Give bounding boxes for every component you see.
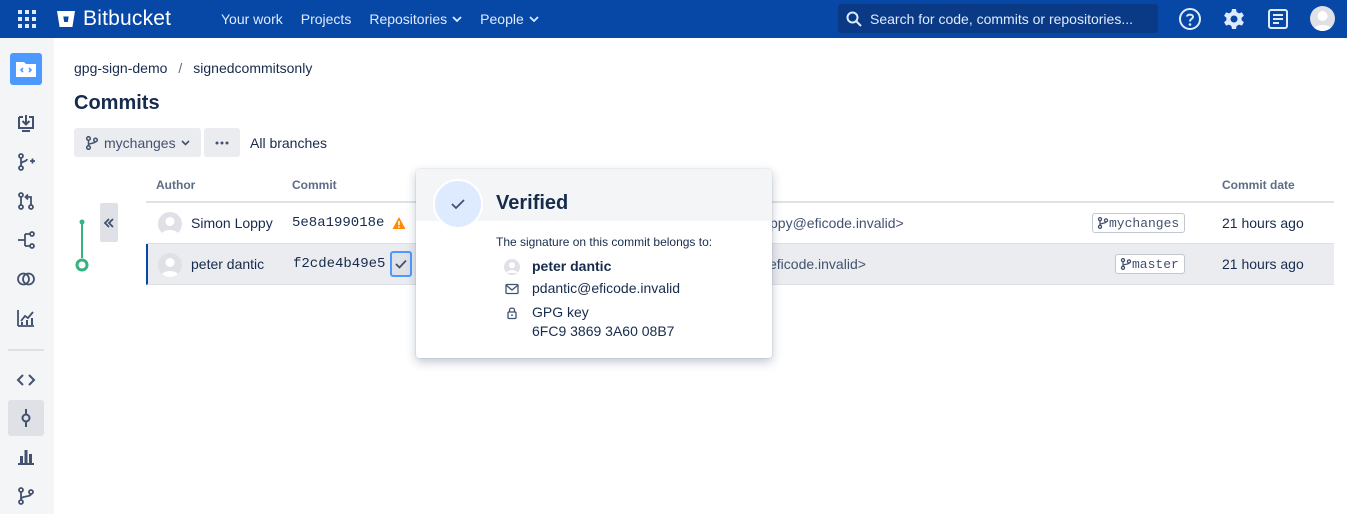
create-branch-icon[interactable] xyxy=(8,144,44,180)
chevron-down-icon xyxy=(181,139,190,146)
commit-date: 21 hours ago xyxy=(1222,215,1304,231)
source-code-icon[interactable] xyxy=(8,362,44,398)
signer-email: pdantic@eficode.invalid xyxy=(532,280,681,296)
branch-icon xyxy=(1120,258,1132,270)
commit-hash-link[interactable]: f2cde4b49e5 xyxy=(293,256,385,272)
compare-icon[interactable] xyxy=(8,261,44,297)
app-switcher-icon[interactable] xyxy=(18,10,36,28)
branch-tag[interactable]: mychanges xyxy=(1092,213,1186,233)
verified-check-icon xyxy=(433,179,483,229)
insights-chart-icon[interactable] xyxy=(8,300,44,336)
branch-icon xyxy=(1097,217,1109,229)
all-branches-link[interactable]: All branches xyxy=(250,135,327,151)
branches-icon[interactable] xyxy=(8,478,44,514)
repository-avatar[interactable] xyxy=(10,53,42,85)
collapse-graph-button[interactable] xyxy=(100,203,118,242)
author-avatar xyxy=(158,253,182,277)
commit-date: 21 hours ago xyxy=(1222,256,1304,272)
chevron-down-icon xyxy=(529,16,539,22)
more-actions-button[interactable] xyxy=(204,128,240,157)
branch-tag-label: master xyxy=(1132,256,1179,272)
gpg-key-id: 6FC9 3869 3A60 08B7 xyxy=(532,323,675,339)
logo-text: Bitbucket xyxy=(83,7,172,30)
email-icon xyxy=(505,283,519,295)
checkmark-icon xyxy=(395,259,407,269)
breadcrumb-repository[interactable]: signedcommitsonly xyxy=(193,60,312,76)
signer-name-row: peter dantic xyxy=(504,258,611,275)
signature-verified-popup: Verified The signature on this commit be… xyxy=(416,169,772,358)
branch-selector-button[interactable]: mychanges xyxy=(74,128,201,157)
bitbucket-icon xyxy=(57,11,75,27)
popup-title: Verified xyxy=(496,192,569,214)
commit-message-fragment: ppy@eficode.invalid> xyxy=(770,215,904,231)
top-navigation: Bitbucket Your work Projects Repositorie… xyxy=(0,0,1347,38)
gpg-key-row: GPG key 6FC9 3869 3A60 08B7 xyxy=(504,304,674,339)
help-icon[interactable] xyxy=(1178,7,1202,31)
person-avatar-icon xyxy=(504,259,520,275)
pull-request-icon[interactable] xyxy=(8,183,44,219)
page-title: Commits xyxy=(74,92,160,114)
notifications-icon[interactable] xyxy=(1266,7,1290,31)
merge-icon[interactable] xyxy=(8,222,44,258)
signer-email-row: pdantic@eficode.invalid xyxy=(504,280,680,297)
sidebar-divider xyxy=(8,349,44,351)
nav-people[interactable]: People xyxy=(471,0,548,38)
search-box[interactable] xyxy=(838,4,1158,33)
nav-repositories-label: Repositories xyxy=(369,11,448,27)
nav-projects-label: Projects xyxy=(300,11,352,27)
branch-tag-label: mychanges xyxy=(1109,215,1180,231)
branch-icon xyxy=(85,135,99,150)
popup-subtitle: The signature on this commit belongs to: xyxy=(496,235,713,249)
commit-message-fragment: eficode.invalid> xyxy=(769,256,866,272)
lock-icon xyxy=(507,307,517,320)
chevron-down-icon xyxy=(452,16,462,22)
more-dots-icon xyxy=(215,141,229,144)
breadcrumb: gpg-sign-demo / signedcommitsonly xyxy=(74,60,312,76)
bitbucket-logo[interactable]: Bitbucket xyxy=(56,7,171,31)
settings-gear-icon[interactable] xyxy=(1222,7,1246,31)
user-avatar[interactable] xyxy=(1310,6,1335,31)
author-name: peter dantic xyxy=(191,256,265,272)
nav-people-label: People xyxy=(480,11,524,27)
branch-tag[interactable]: master xyxy=(1115,254,1185,274)
nav-projects[interactable]: Projects xyxy=(292,0,361,38)
project-sidebar xyxy=(0,38,54,514)
branch-selector-label: mychanges xyxy=(104,134,176,151)
warning-icon[interactable] xyxy=(392,216,406,230)
reports-bar-chart-icon[interactable] xyxy=(8,438,44,474)
clone-icon[interactable] xyxy=(8,105,44,141)
search-icon xyxy=(846,11,862,27)
breadcrumb-project[interactable]: gpg-sign-demo xyxy=(74,60,167,76)
nav-your-work[interactable]: Your work xyxy=(212,0,292,38)
commit-hash-link[interactable]: 5e8a199018e xyxy=(292,215,384,231)
signer-name: peter dantic xyxy=(532,258,612,274)
column-header-author: Author xyxy=(156,178,196,192)
author-avatar xyxy=(158,212,182,236)
search-input[interactable] xyxy=(870,10,1150,27)
verified-signature-button[interactable] xyxy=(390,251,412,277)
column-header-commit: Commit xyxy=(292,178,337,192)
author-name: Simon Loppy xyxy=(191,215,273,231)
column-header-commit-date: Commit date xyxy=(1222,178,1295,192)
nav-repositories[interactable]: Repositories xyxy=(360,0,471,38)
nav-your-work-label: Your work xyxy=(221,11,283,27)
gpg-key-label: GPG key xyxy=(532,304,589,320)
double-chevron-left-icon xyxy=(104,217,114,228)
breadcrumb-separator: / xyxy=(178,60,183,76)
commit-graph xyxy=(75,219,89,272)
commits-icon[interactable] xyxy=(8,400,44,436)
